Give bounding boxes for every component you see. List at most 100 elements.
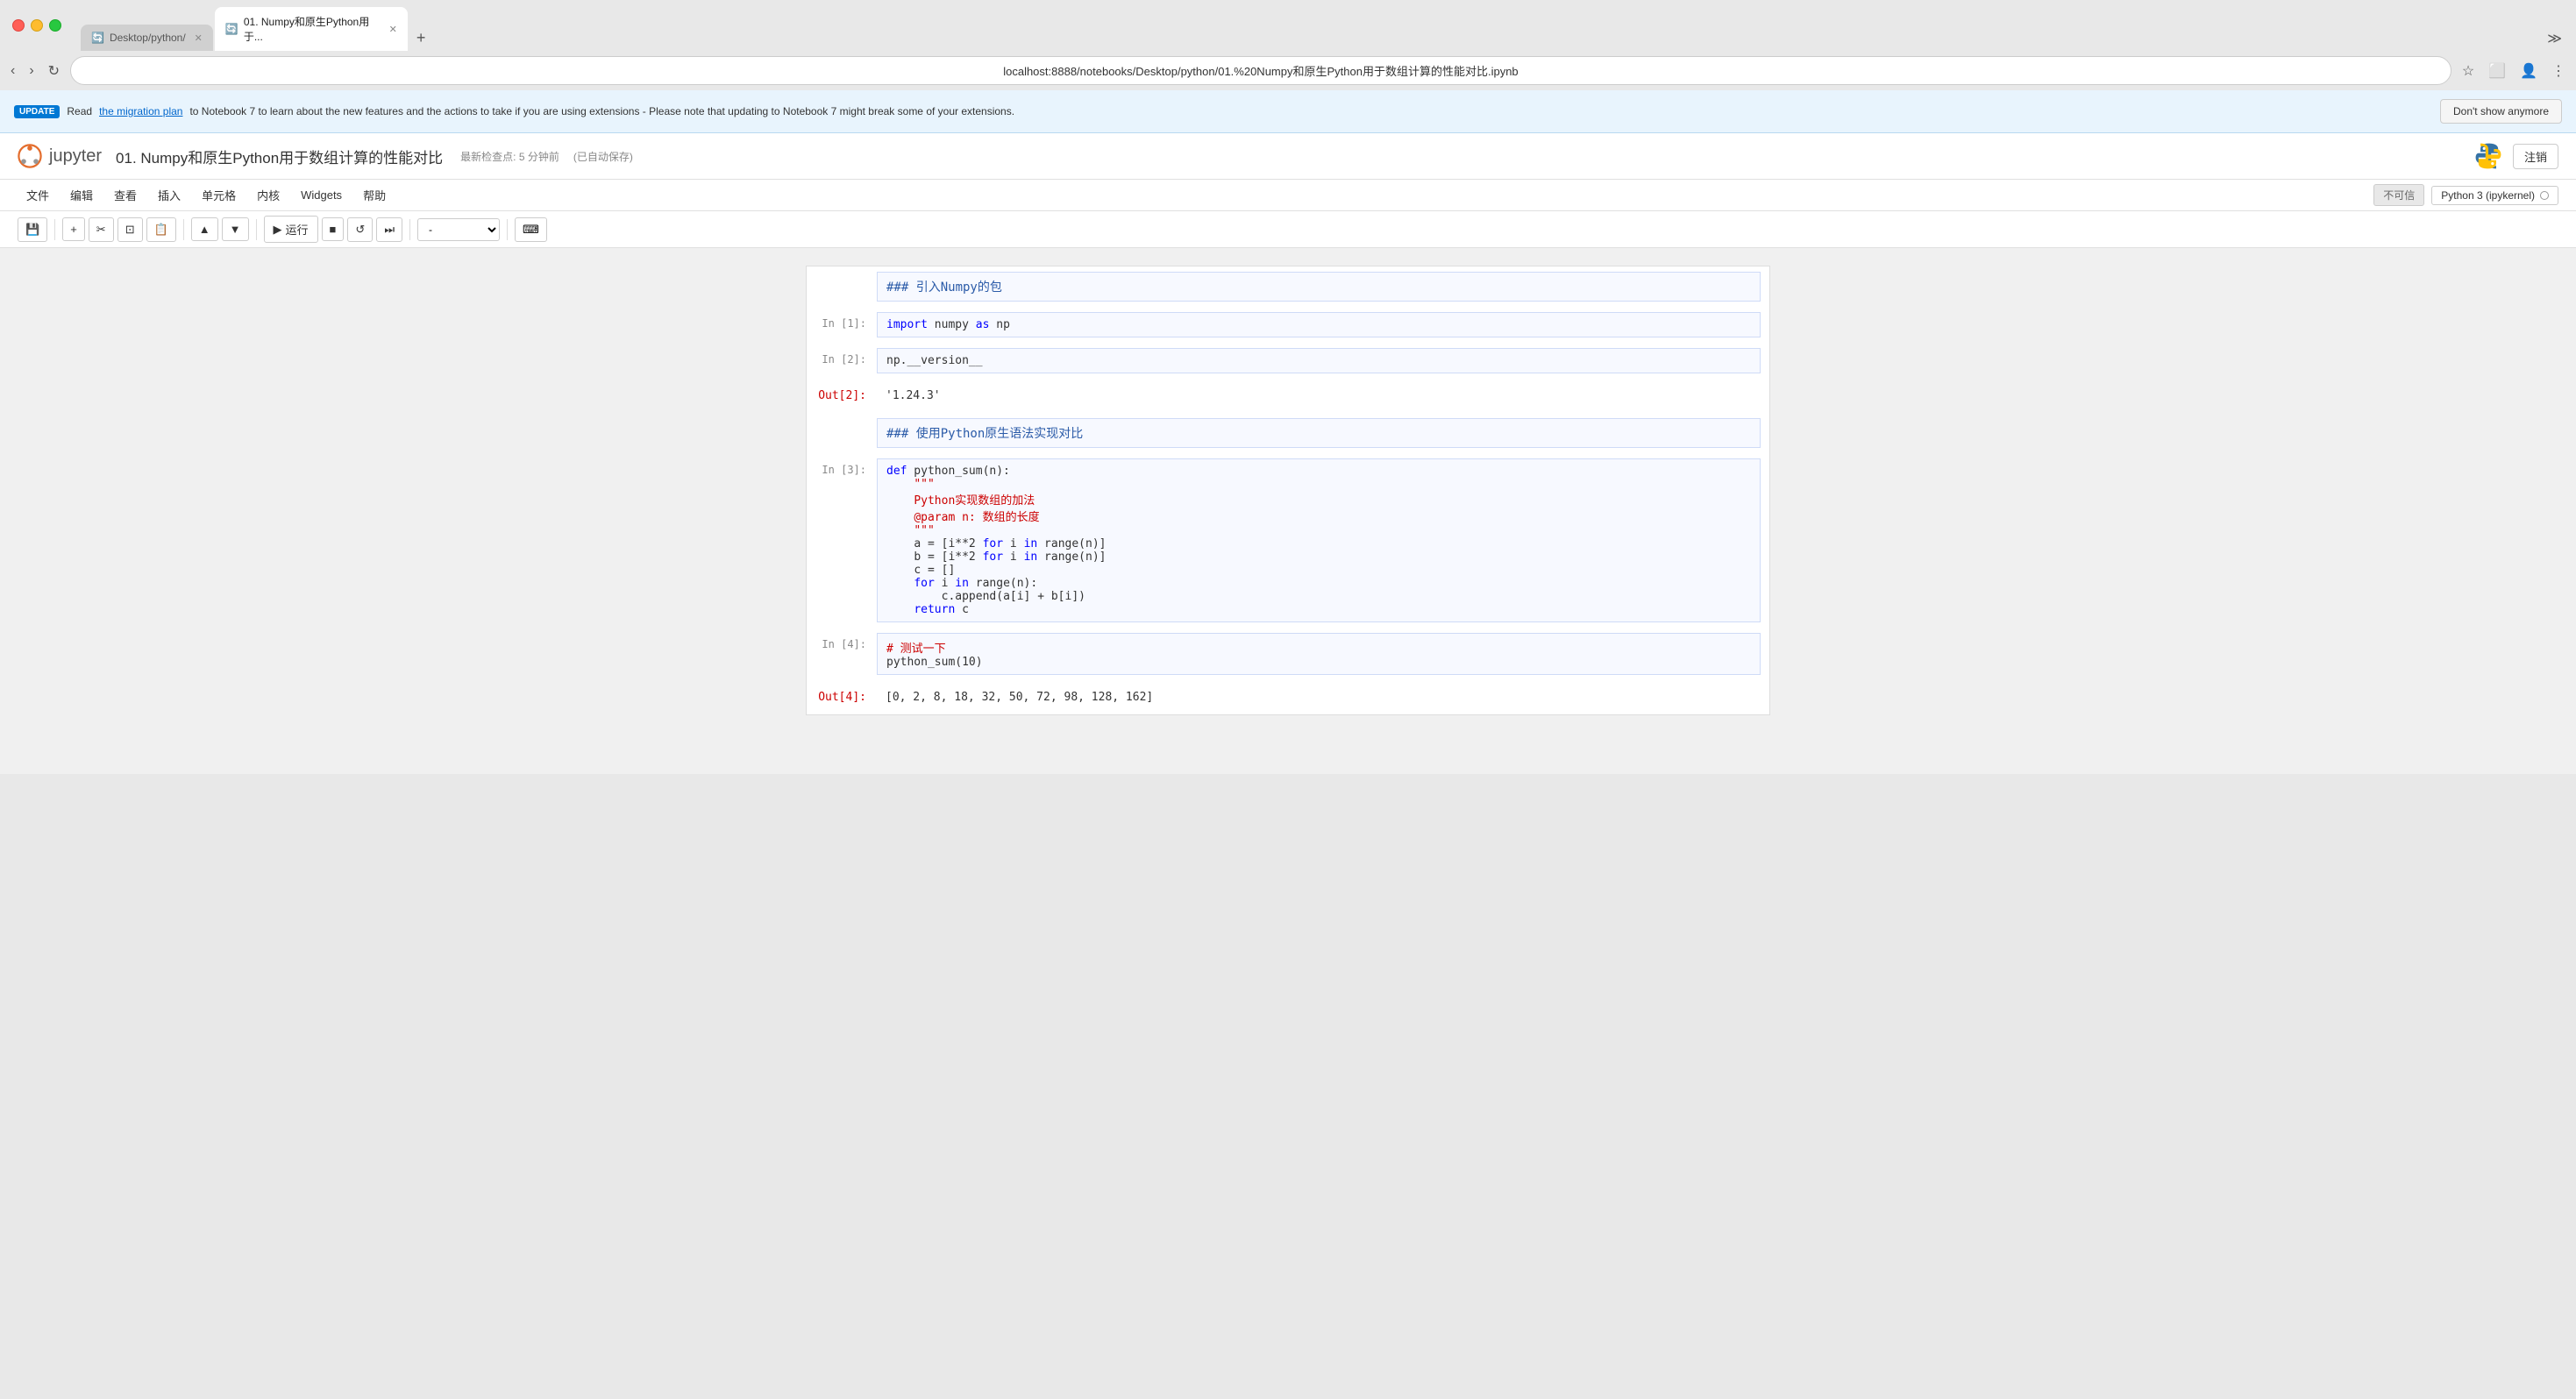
cell-markdown-2[interactable]: ### 使用Python原生语法实现对比 — [807, 413, 1769, 453]
kernel-name-display[interactable]: Python 3 (ipykernel) — [2431, 186, 2558, 205]
url-display: localhost:8888/notebooks/Desktop/python/… — [83, 62, 2438, 79]
kernel-name-text: Python 3 (ipykernel) — [2441, 189, 2535, 202]
menu-view[interactable]: 查看 — [105, 183, 146, 207]
jupyter-header: jupyter 01. Numpy和原生Python用于数组计算的性能对比 最新… — [0, 133, 2576, 180]
reload-button[interactable]: ↻ — [45, 59, 63, 83]
stop-icon: ■ — [330, 223, 337, 236]
jupyter-logo: jupyter — [18, 144, 102, 168]
address-bar[interactable]: localhost:8888/notebooks/Desktop/python/… — [70, 56, 2451, 85]
maximize-window-btn[interactable] — [49, 19, 61, 32]
cut-button[interactable]: ✂ — [89, 217, 114, 242]
toolbar-separator-1 — [54, 219, 55, 240]
cell-number-in4: In [4]: — [807, 631, 877, 657]
save-button[interactable]: 💾 — [18, 217, 47, 242]
menu-widgets[interactable]: Widgets — [292, 185, 351, 205]
menu-bar: 文件 编辑 查看 插入 单元格 内核 Widgets 帮助 不可信 Python… — [0, 180, 2576, 211]
move-down-button[interactable]: ▼ — [222, 217, 249, 241]
code-comment-test: # 测试一下 — [886, 643, 946, 656]
code-for3 — [886, 577, 914, 590]
cell-number-md2 — [807, 416, 877, 430]
cell-code-1[interactable]: In [1]: import numpy as np — [807, 307, 1769, 343]
code-for3-body: i — [935, 577, 955, 590]
menu-file[interactable]: 文件 — [18, 183, 58, 207]
close-window-btn[interactable] — [12, 19, 25, 32]
code-def: def — [886, 465, 907, 478]
jupyter-logo-svg — [18, 144, 42, 168]
code-for2-body: i — [1003, 550, 1023, 564]
cell-output-2: Out[2]: '1.24.3' — [807, 379, 1769, 413]
menu-help[interactable]: 帮助 — [354, 183, 395, 207]
tab-close-btn[interactable]: ✕ — [195, 32, 203, 44]
dont-show-button[interactable]: Don't show anymore — [2440, 99, 2562, 124]
forward-button[interactable]: › — [25, 60, 37, 82]
copy-button[interactable]: ⊡ — [117, 217, 143, 242]
output-version: '1.24.3' — [886, 389, 941, 402]
cell-number-in2: In [2]: — [807, 346, 877, 373]
cell-code-4[interactable]: In [4]: # 测试一下 python_sum(10) — [807, 628, 1769, 680]
restart-icon: ↺ — [355, 223, 365, 237]
cell-content-markdown-1[interactable]: ### 引入Numpy的包 — [877, 272, 1761, 302]
trusted-badge[interactable]: 不可信 — [2373, 184, 2424, 206]
code-in2: in — [1024, 550, 1038, 564]
restart-button[interactable]: ↺ — [347, 217, 373, 242]
tab-notebook-close-btn[interactable]: ✕ — [389, 24, 397, 35]
run-label: 运行 — [286, 221, 309, 238]
cell-content-code-1[interactable]: import numpy as np — [877, 312, 1761, 337]
cell-content-markdown-2[interactable]: ### 使用Python原生语法实现对比 — [877, 418, 1761, 448]
cell-content-code-4[interactable]: # 测试一下 python_sum(10) — [877, 633, 1761, 675]
menu-insert[interactable]: 插入 — [149, 183, 189, 207]
browser-menu-button[interactable]: ⋮ — [2548, 59, 2569, 83]
new-tab-button[interactable]: + — [409, 25, 433, 51]
toolbar-separator-2 — [183, 219, 184, 240]
move-down-icon: ▼ — [230, 223, 241, 236]
stop-button[interactable]: ■ — [322, 217, 345, 241]
tab-notebook-icon: 🔄 — [225, 23, 238, 35]
markdown-heading-1: ### 引入Numpy的包 — [886, 281, 1002, 295]
cell-code-2[interactable]: In [2]: np.__version__ — [807, 343, 1769, 379]
notebook-container: ### 引入Numpy的包 In [1]: import numpy as np… — [806, 266, 1770, 715]
run-button[interactable]: ▶ 运行 — [264, 216, 318, 243]
cell-content-code-3[interactable]: def python_sum(n): """ Python实现数组的加法 @pa… — [877, 458, 1761, 622]
paste-icon: 📋 — [154, 223, 168, 237]
cell-markdown-1[interactable]: ### 引入Numpy的包 — [807, 266, 1769, 307]
code-return — [886, 603, 914, 616]
update-badge: UPDATE — [14, 105, 60, 118]
toolbar: 💾 + ✂ ⊡ 📋 ▲ ▼ ▶ 运行 ■ ↺ ⏭ - Code Markdown… — [0, 211, 2576, 248]
python-logo — [2474, 142, 2502, 170]
keyboard-shortcut-button[interactable]: ⌨ — [515, 217, 547, 242]
notebook-title[interactable]: 01. Numpy和原生Python用于数组计算的性能对比 — [116, 146, 443, 167]
checkpoint-info: 最新检查点: 5 分钟前 — [460, 149, 559, 164]
move-up-button[interactable]: ▲ — [191, 217, 218, 241]
cell-number-out2: Out[2]: — [807, 382, 877, 409]
cell-type-select[interactable]: - Code Markdown Raw — [417, 218, 500, 241]
markdown-heading-2: ### 使用Python原生语法实现对比 — [886, 427, 1083, 441]
code-docstring-line2: @param n: 数组的长度 — [886, 511, 1040, 524]
move-up-icon: ▲ — [199, 223, 210, 236]
copy-icon: ⊡ — [125, 223, 135, 237]
bookmark-button[interactable]: ☆ — [2459, 59, 2478, 83]
code-range3: range(n): — [969, 577, 1037, 590]
fast-forward-button[interactable]: ⏭ — [376, 217, 402, 242]
add-icon: + — [70, 223, 77, 236]
add-cell-button[interactable]: + — [62, 217, 85, 241]
keyboard-icon: ⌨ — [523, 223, 539, 236]
code-return-kw: return — [914, 603, 955, 616]
tab-overflow-button[interactable]: ≫ — [2540, 26, 2569, 51]
sidebar-button[interactable]: ⬜ — [2485, 59, 2509, 83]
tab-notebook[interactable]: 🔄 01. Numpy和原生Python用于... ✕ — [215, 7, 408, 51]
cell-content-code-2[interactable]: np.__version__ — [877, 348, 1761, 373]
profile-button[interactable]: 👤 — [2516, 59, 2541, 83]
cell-code-3[interactable]: In [3]: def python_sum(n): """ Python实现数… — [807, 453, 1769, 628]
paste-button[interactable]: 📋 — [146, 217, 176, 242]
code-keyword-as: as — [976, 318, 990, 331]
migration-plan-link[interactable]: the migration plan — [99, 105, 182, 117]
tab-desktop-python[interactable]: 🔄 Desktop/python/ ✕ — [81, 25, 213, 51]
menu-kernel[interactable]: 内核 — [248, 183, 288, 207]
cell-content-output-4: [0, 2, 8, 18, 32, 50, 72, 98, 128, 162] — [877, 685, 1761, 709]
code-append: c.append(a[i] + b[i]) — [886, 590, 1085, 603]
menu-cell[interactable]: 单元格 — [193, 183, 245, 207]
logout-button[interactable]: 注销 — [2513, 144, 2558, 169]
back-button[interactable]: ‹ — [7, 60, 18, 82]
minimize-window-btn[interactable] — [31, 19, 43, 32]
menu-edit[interactable]: 编辑 — [61, 183, 102, 207]
